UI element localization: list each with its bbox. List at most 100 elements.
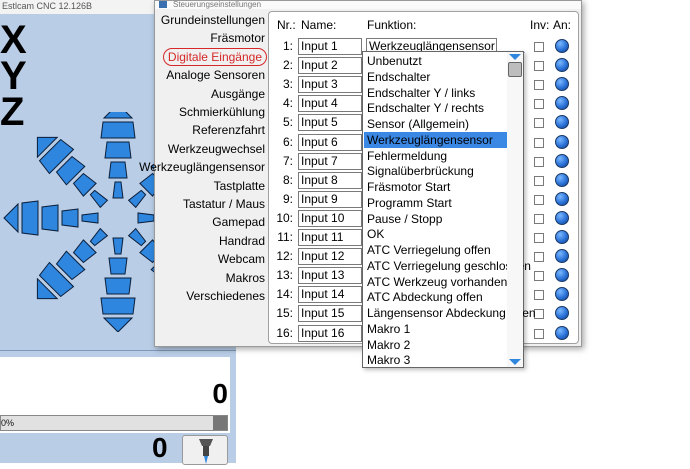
jog-arrow-icon[interactable] [21, 200, 39, 236]
invert-checkbox[interactable] [534, 290, 544, 301]
name-input[interactable]: Input 13 [298, 267, 362, 285]
jog-arrow-icon[interactable] [81, 212, 99, 224]
invert-checkbox[interactable] [534, 80, 544, 91]
name-input[interactable]: Input 14 [298, 286, 362, 304]
dropdown-option[interactable]: ATC Verriegelung geschlossen [364, 258, 531, 274]
jog-arrow-icon[interactable] [112, 181, 124, 199]
scroll-thumb[interactable] [508, 62, 522, 77]
jog-arrow-icon[interactable] [41, 204, 59, 232]
jog-arrow-icon[interactable] [3, 202, 19, 234]
dropdown-option[interactable]: Längensensor Abdeckung offen [364, 305, 536, 321]
jog-arrow-icon[interactable] [108, 257, 128, 275]
dropdown-option[interactable]: Programm Start [364, 195, 507, 211]
invert-checkbox[interactable] [534, 42, 544, 52]
nav-item[interactable]: Fräsmotor [210, 29, 267, 47]
dropdown-option[interactable]: Unbenutzt [364, 53, 507, 69]
dropdown-option[interactable]: Makro 2 [364, 337, 507, 353]
dropdown-option[interactable]: Endschalter [364, 69, 507, 85]
jog-arrow-icon[interactable] [100, 297, 136, 315]
invert-checkbox[interactable] [534, 61, 544, 72]
name-input[interactable]: Input 8 [298, 171, 362, 189]
name-input[interactable]: Input 12 [298, 248, 362, 266]
jog-arrow-icon[interactable] [102, 112, 134, 119]
name-input[interactable]: Input 5 [298, 114, 362, 132]
jog-arrow-icon[interactable] [127, 227, 147, 247]
invert-checkbox[interactable] [534, 175, 544, 186]
nav-item[interactable]: Schmierkühlung [179, 103, 267, 121]
dropdown-option[interactable]: Makro 3 [364, 352, 507, 368]
dropdown-option[interactable]: Signalüberbrückung [364, 163, 507, 179]
dropdown-option[interactable]: Fräsmotor Start [364, 179, 507, 195]
name-input[interactable]: Input 11 [298, 229, 362, 246]
dropdown-option[interactable]: ATC Abdeckung offen [364, 289, 507, 305]
nav-item[interactable]: Digitale Eingänge [162, 47, 267, 66]
invert-checkbox[interactable] [534, 156, 544, 167]
invert-checkbox[interactable] [534, 213, 544, 224]
jog-arrow-icon[interactable] [112, 237, 124, 255]
nav-item[interactable]: Makros [226, 269, 267, 287]
nav-item[interactable]: Tastplatte [214, 177, 267, 195]
header-nr: Nr.: [277, 18, 296, 32]
nav-item[interactable]: Werkzeugwechsel [168, 140, 267, 158]
jog-arrow-icon[interactable] [102, 317, 134, 332]
nav-item[interactable]: Referenzfahrt [192, 121, 267, 139]
name-input[interactable]: Input 7 [298, 152, 362, 170]
jog-arrow-icon[interactable] [89, 227, 109, 247]
nav-item[interactable]: Gamepad [212, 213, 267, 231]
invert-checkbox[interactable] [534, 194, 544, 205]
nav-item[interactable]: Grundeinstellungen [161, 11, 267, 29]
nav-item[interactable]: Handrad [219, 232, 267, 250]
jog-arrow-icon[interactable] [89, 189, 109, 209]
jog-arrow-icon[interactable] [100, 121, 136, 139]
name-input[interactable]: Input 6 [298, 133, 362, 151]
invert-checkbox[interactable] [534, 118, 544, 129]
dropdown-option[interactable]: Pause / Stopp [364, 211, 507, 227]
progress-handle[interactable] [213, 416, 227, 430]
jog-arrow-icon[interactable] [108, 161, 128, 179]
invert-checkbox[interactable] [534, 252, 544, 263]
invert-checkbox[interactable] [534, 233, 544, 243]
nav-item[interactable]: Webcam [218, 250, 267, 268]
jog-arrow-icon[interactable] [104, 141, 132, 159]
dropdown-option[interactable]: OK [364, 226, 507, 242]
dropdown-option[interactable]: Endschalter Y / links [364, 85, 507, 101]
status-led-icon [555, 172, 569, 187]
jog-arrow-icon[interactable] [127, 189, 147, 209]
dropdown-option[interactable]: ATC Verriegelung offen [364, 242, 507, 258]
invert-checkbox[interactable] [534, 99, 544, 110]
status-led-icon [555, 306, 569, 321]
nav-item[interactable]: Analoge Sensoren [166, 66, 267, 84]
scroll-down-icon[interactable] [509, 359, 521, 365]
dropdown-option[interactable]: Fehlermeldung [364, 148, 507, 164]
tool-button[interactable] [182, 435, 228, 465]
invert-checkbox[interactable] [534, 328, 544, 339]
name-input[interactable]: Input 3 [298, 76, 362, 94]
dropdown-option[interactable]: ATC Werkzeug vorhanden [364, 274, 507, 290]
row-number: 5: [282, 115, 293, 130]
name-input[interactable]: Input 10 [298, 209, 362, 227]
name-input[interactable]: Input 4 [298, 95, 362, 113]
progress-text: 0% [1, 418, 15, 428]
nav-item[interactable]: Verschiedenes [186, 287, 267, 305]
status-led-icon [555, 58, 569, 73]
nav-item[interactable]: Werkzeuglängensensor [139, 158, 267, 176]
name-input[interactable]: Input 2 [298, 57, 362, 75]
dropdown-option[interactable]: Makro 1 [364, 321, 507, 337]
name-input[interactable]: Input 15 [298, 305, 362, 323]
dropdown-option[interactable]: Sensor (Allgemein) [364, 116, 507, 132]
nav-item[interactable]: Ausgänge [211, 85, 267, 103]
scroll-up-icon[interactable] [509, 54, 521, 60]
dropdown-scrollbar[interactable] [507, 52, 523, 367]
nav-item[interactable]: Tastatur / Maus [183, 195, 267, 213]
name-input[interactable]: Input 16 [298, 324, 362, 342]
dropdown-option[interactable]: Endschalter Y / rechts [364, 100, 507, 116]
invert-checkbox[interactable] [534, 137, 544, 148]
dropdown-option[interactable]: Werkzeuglängensensor [364, 131, 507, 148]
status-led-icon [555, 210, 569, 225]
invert-checkbox[interactable] [534, 271, 544, 282]
jog-arrow-icon[interactable] [61, 208, 79, 228]
jog-arrow-icon[interactable] [104, 277, 132, 295]
name-input[interactable]: Input 9 [298, 190, 362, 208]
name-input[interactable]: Input 1 [298, 38, 362, 55]
jog-arrow-icon[interactable] [137, 212, 155, 224]
